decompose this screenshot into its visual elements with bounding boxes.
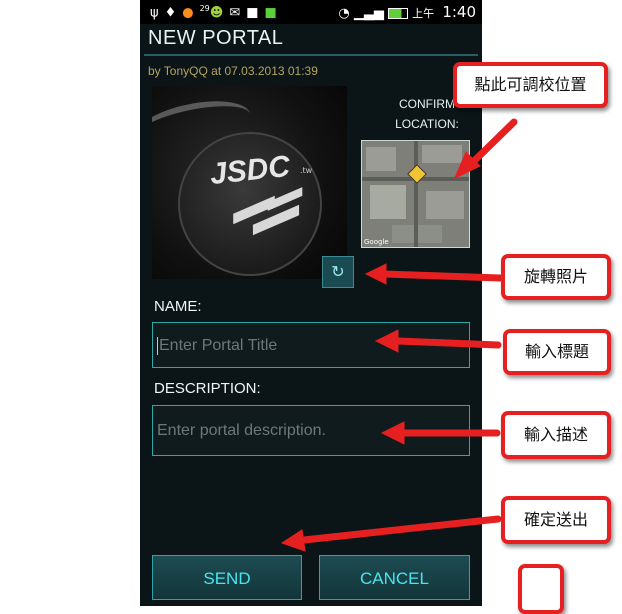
callout-description: 輸入描述: [501, 411, 611, 459]
callout-location: 點此可調校位置: [453, 62, 608, 108]
arrow-head-rotate: [364, 263, 387, 285]
arrow-to-send: [300, 515, 502, 544]
arrow-head-send: [280, 529, 306, 552]
arrow-head-description: [380, 421, 405, 445]
callout-send: 確定送出: [501, 496, 611, 544]
callout-title: 輸入標題: [503, 329, 611, 375]
arrow-to-title: [394, 337, 502, 349]
arrow-to-rotate: [380, 270, 504, 282]
callout-rotate: 旋轉照片: [501, 254, 611, 300]
arrow-to-map: [466, 118, 518, 169]
callout-empty: [518, 564, 564, 614]
arrow-head-title: [374, 329, 399, 353]
